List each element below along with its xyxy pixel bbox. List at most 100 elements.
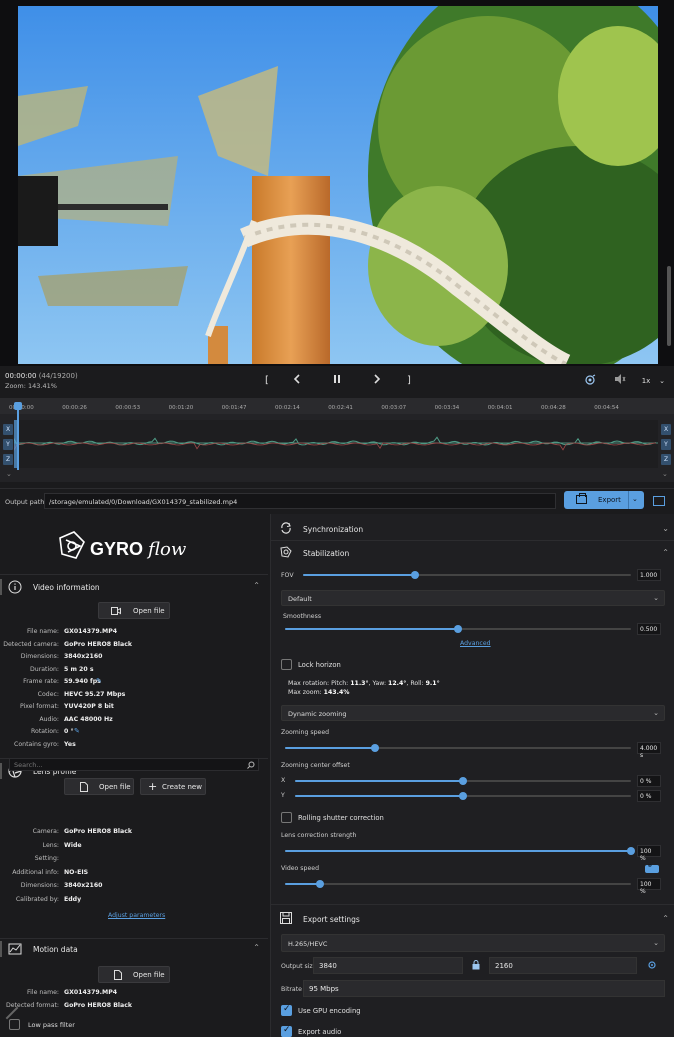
- export-settings-header[interactable]: Export settings ⌃: [271, 906, 674, 930]
- slider-knob[interactable]: [627, 847, 635, 855]
- lens-search-input[interactable]: Search...: [9, 758, 259, 771]
- axis-z-left-label[interactable]: Z: [3, 454, 13, 465]
- open-file-label: Open file: [133, 971, 165, 979]
- expand-icon[interactable]: ⌄: [662, 524, 669, 533]
- video-preview-frame[interactable]: [18, 6, 658, 364]
- synchronization-header[interactable]: Synchronization ⌄: [271, 516, 674, 540]
- video-speed-slider[interactable]: [285, 879, 631, 889]
- zoom-readout: Zoom: 143.41%: [5, 382, 57, 390]
- axis-y-right-label[interactable]: Y: [661, 439, 671, 450]
- playhead-line[interactable]: [17, 408, 19, 470]
- output-height-input[interactable]: 2160: [489, 957, 637, 974]
- info-row-key: Lens:: [42, 841, 59, 849]
- video-speed-label: Video speed: [281, 865, 319, 872]
- chevron-down-icon: ⌄: [653, 939, 659, 947]
- axis-y-left-label[interactable]: Y: [3, 439, 13, 450]
- slider-knob[interactable]: [315, 880, 324, 888]
- next-frame-button[interactable]: [369, 374, 385, 388]
- set-trim-end-button[interactable]: ]: [401, 374, 417, 388]
- slider-knob[interactable]: [454, 625, 462, 633]
- zooming-speed-input[interactable]: 4.000 s: [637, 742, 661, 759]
- lock-icon[interactable]: [472, 960, 480, 970]
- collapse-icon[interactable]: ⌃: [253, 943, 260, 952]
- lens-open-file-button[interactable]: Open file: [64, 778, 134, 795]
- offset-y-slider[interactable]: [295, 791, 631, 801]
- motion-data-header[interactable]: Motion data ⌃: [0, 938, 268, 960]
- mute-button[interactable]: [612, 374, 628, 388]
- collapse-icon[interactable]: ⌃: [253, 581, 260, 590]
- timeline-expand-right-icon[interactable]: ⌄: [662, 470, 668, 478]
- stabilization-header[interactable]: Stabilization ⌃: [271, 540, 674, 564]
- timeline[interactable]: 00:00:0000:00:2600:00:5300:01:2000:01:47…: [0, 398, 674, 482]
- export-button[interactable]: Export ⌄: [564, 491, 644, 509]
- export-dropdown-chevron-icon[interactable]: ⌄: [632, 495, 638, 503]
- slider-knob[interactable]: [410, 571, 419, 579]
- smoothness-slider[interactable]: [285, 624, 631, 634]
- lock-horizon-label: Lock horizon: [298, 661, 341, 669]
- zooming-speed-slider[interactable]: [285, 743, 631, 753]
- lens-strength-input[interactable]: 100 %: [637, 845, 661, 862]
- rolling-shutter-checkbox[interactable]: [281, 812, 292, 823]
- edit-pencil-icon[interactable]: ✎: [96, 677, 102, 685]
- gyro-graph[interactable]: [14, 420, 658, 468]
- playback-speed-dropdown[interactable]: ⌄: [654, 374, 670, 388]
- info-row: Lens: Wide: [0, 842, 268, 852]
- video-speed-link-toggle[interactable]: ⚭: [645, 862, 659, 873]
- dynamic-zooming-select[interactable]: Dynamic zooming ⌄: [281, 705, 665, 721]
- fov-input[interactable]: 1.000: [637, 569, 661, 581]
- offset-x-slider[interactable]: [295, 776, 631, 786]
- collapse-icon[interactable]: ⌃: [662, 914, 669, 923]
- info-row-value: HEVC 95.27 Mbps: [64, 690, 126, 698]
- offset-y-input[interactable]: 0 %: [637, 790, 661, 802]
- pause-button[interactable]: [329, 374, 345, 388]
- adjust-parameters-link[interactable]: Adjust parameters: [108, 912, 165, 919]
- gear-icon[interactable]: [647, 960, 657, 970]
- low-pass-filter-checkbox[interactable]: [9, 1019, 20, 1030]
- timeline-ruler[interactable]: 00:00:0000:00:2600:00:5300:01:2000:01:47…: [0, 398, 674, 414]
- info-row-value: NO-EIS: [64, 868, 89, 876]
- fov-label: FOV: [281, 572, 294, 579]
- fov-slider[interactable]: [303, 570, 631, 580]
- slider-knob[interactable]: [459, 777, 467, 785]
- prev-frame-button[interactable]: [289, 374, 305, 388]
- motion-open-file-button[interactable]: Open file: [98, 966, 170, 983]
- slider-knob[interactable]: [370, 744, 379, 752]
- smoothing-method-select[interactable]: Default ⌄: [281, 590, 665, 606]
- video-speed-input[interactable]: 100 %: [637, 878, 661, 895]
- slider-fill: [285, 628, 458, 630]
- offset-x-input[interactable]: 0 %: [637, 775, 661, 787]
- output-path-input[interactable]: /storage/emulated/0/Download/GX014379_st…: [44, 493, 556, 509]
- info-row-value: 5 m 20 s: [64, 665, 94, 673]
- advanced-link[interactable]: Advanced: [460, 640, 491, 647]
- playback-speed-select[interactable]: 1x: [638, 374, 654, 388]
- zooming-speed-label: Zooming speed: [281, 729, 330, 736]
- export-audio-label: Export audio: [298, 1028, 342, 1036]
- chevron-down-icon: ⌄: [659, 377, 665, 385]
- set-trim-start-button[interactable]: [: [259, 374, 275, 388]
- max-rotation-text: Max rotation: Pitch: 11.3°, Yaw: 12.4°, …: [288, 680, 440, 687]
- create-new-lens-button[interactable]: + Create new: [140, 778, 206, 795]
- video-info-header[interactable]: Video information ⌃: [0, 576, 268, 598]
- timeline-expand-left-icon[interactable]: ⌄: [6, 470, 12, 478]
- axis-z-right-label[interactable]: Z: [661, 454, 671, 465]
- codec-select[interactable]: H.265/HEVC ⌄: [281, 934, 665, 952]
- axis-x-left-label[interactable]: X: [3, 424, 13, 435]
- slider-fill: [285, 747, 375, 749]
- edit-pencil-icon[interactable]: ✎: [74, 727, 80, 735]
- info-row-key: File name:: [27, 989, 59, 996]
- bitrate-input[interactable]: 95 Mbps: [303, 980, 665, 997]
- slider-knob[interactable]: [459, 792, 467, 800]
- preview-scrollbar[interactable]: [667, 266, 671, 346]
- axis-x-right-label[interactable]: X: [661, 424, 671, 435]
- smoothness-input[interactable]: 0.500: [637, 623, 661, 635]
- info-row-key: Detected camera:: [3, 640, 59, 648]
- lock-horizon-checkbox[interactable]: [281, 659, 292, 670]
- stabilization-toggle-button[interactable]: [582, 374, 598, 388]
- video-open-file-button[interactable]: Open file: [98, 602, 170, 619]
- render-queue-icon[interactable]: [653, 496, 665, 506]
- use-gpu-checkbox[interactable]: [281, 1004, 292, 1016]
- collapse-icon[interactable]: ⌃: [662, 548, 669, 557]
- output-width-input[interactable]: 3840: [313, 957, 463, 974]
- lens-strength-slider[interactable]: [285, 846, 635, 856]
- export-audio-checkbox[interactable]: [281, 1025, 292, 1037]
